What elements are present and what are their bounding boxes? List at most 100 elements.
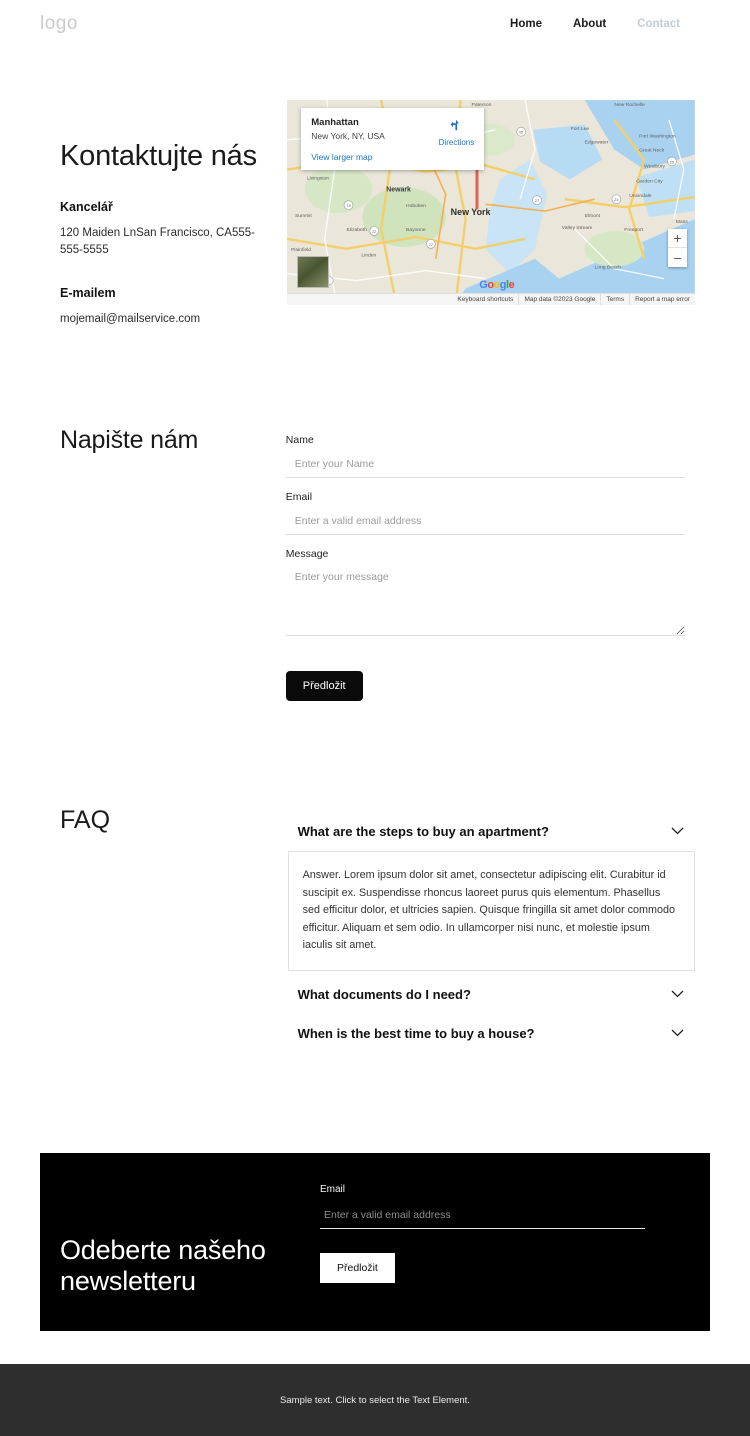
street-view-thumbnail[interactable] bbox=[297, 256, 330, 288]
contact-info: Kontaktujte nás Kancelář 120 Maiden LnSa… bbox=[60, 100, 280, 329]
svg-text:Garden City: Garden City bbox=[636, 178, 663, 184]
view-larger-map-link[interactable]: View larger map bbox=[311, 152, 474, 162]
svg-text:Summit: Summit bbox=[295, 213, 312, 219]
faq-heading: FAQ bbox=[60, 806, 111, 835]
newsletter-email-label: Email bbox=[320, 1184, 346, 1196]
svg-text:Great Neck: Great Neck bbox=[639, 148, 665, 154]
faq-question-3[interactable]: When is the best time to buy a house? bbox=[288, 1014, 695, 1053]
svg-text:Linden: Linden bbox=[362, 253, 377, 259]
svg-text:Plainfield: Plainfield bbox=[291, 247, 311, 253]
email-label: E-mailem bbox=[60, 286, 116, 301]
svg-text:27: 27 bbox=[535, 198, 539, 203]
chevron-down-glyph bbox=[671, 991, 684, 998]
map-info-card: Manhattan New York, NY, USA View larger … bbox=[301, 108, 485, 170]
site-logo[interactable]: logo bbox=[40, 13, 78, 35]
name-label: Name bbox=[285, 434, 314, 447]
write-us-section: Napište nám Name Email Message Předložit bbox=[0, 329, 750, 702]
faq-question-2[interactable]: What documents do I need? bbox=[288, 975, 695, 1014]
svg-text:Mass: Mass bbox=[676, 219, 688, 225]
site-footer: Sample text. Click to select the Text El… bbox=[0, 1364, 750, 1436]
chevron-down-icon[interactable] bbox=[671, 985, 684, 1003]
svg-text:Bayonne: Bayonne bbox=[406, 227, 426, 233]
nav-link-about[interactable]: About bbox=[573, 18, 606, 30]
faq-answer-1-text: Answer. Lorem ipsum dolor sit amet, cons… bbox=[302, 869, 676, 951]
contact-section: Kontaktujte nás Kancelář 120 Maiden LnSa… bbox=[0, 48, 750, 329]
faq-item-2: What documents do I need? bbox=[288, 975, 695, 1014]
contact-form: Name Email Message Předložit bbox=[285, 426, 685, 702]
svg-text:78: 78 bbox=[347, 203, 352, 208]
chevron-down-icon[interactable] bbox=[671, 822, 684, 840]
nav-link-home[interactable]: Home bbox=[510, 18, 542, 30]
field-message: Message bbox=[285, 548, 685, 641]
map-zoom-controls: + − bbox=[668, 229, 687, 267]
svg-text:Port Washington: Port Washington bbox=[639, 134, 676, 140]
svg-text:27: 27 bbox=[429, 242, 433, 247]
map-footer-bar: Keyboard shortcuts Map data ©2023 Google… bbox=[287, 293, 695, 305]
footer-sample-text[interactable]: Sample text. Click to select the Text El… bbox=[280, 1395, 470, 1406]
newsletter-heading-col: Odeberte našeho newsletteru bbox=[60, 1153, 318, 1331]
faq-question-2-text: What documents do I need? bbox=[297, 986, 471, 1002]
newsletter-email-input[interactable] bbox=[320, 1207, 645, 1230]
faq-item-1: What are the steps to buy an apartment? … bbox=[287, 812, 695, 972]
directions-label: Directions bbox=[438, 138, 475, 147]
chevron-down-icon[interactable] bbox=[671, 1024, 684, 1042]
report-map-error-link[interactable]: Report a map error bbox=[629, 294, 695, 305]
map-data-attribution: Map data ©2023 Google bbox=[518, 294, 600, 305]
svg-text:Elmont: Elmont bbox=[585, 213, 601, 219]
directions-button[interactable]: Directions bbox=[438, 118, 475, 147]
faq-answer-1: Answer. Lorem ipsum dolor sit amet, cons… bbox=[287, 851, 695, 972]
page-root: logo Home About Contact Kontaktujte nás … bbox=[0, 0, 750, 1436]
google-map[interactable]: Paterson New Rochelle Fort Lee Edgewater… bbox=[287, 100, 695, 305]
svg-text:Elizabeth: Elizabeth bbox=[347, 227, 368, 233]
svg-text:Hoboken: Hoboken bbox=[406, 203, 426, 209]
svg-text:Livingston: Livingston bbox=[307, 175, 330, 181]
svg-text:Newark: Newark bbox=[386, 186, 411, 193]
message-label: Message bbox=[285, 548, 329, 561]
newsletter-heading: Odeberte našeho newsletteru bbox=[60, 1234, 266, 1297]
newsletter-form: Email Předložit bbox=[320, 1153, 645, 1331]
google-logo: Google bbox=[479, 279, 515, 291]
chevron-down-glyph bbox=[671, 827, 684, 835]
faq-accordion: What are the steps to buy an apartment? … bbox=[287, 806, 695, 1053]
field-name: Name bbox=[285, 434, 685, 479]
keyboard-shortcuts-link[interactable]: Keyboard shortcuts bbox=[452, 294, 518, 305]
email-value: mojemail@mailservice.com bbox=[60, 313, 201, 326]
nav-link-contact[interactable]: Contact bbox=[637, 18, 680, 30]
zoom-out-button[interactable]: − bbox=[668, 248, 687, 267]
svg-text:Long Beach: Long Beach bbox=[595, 265, 622, 271]
svg-text:22: 22 bbox=[372, 229, 376, 234]
write-us-heading: Napište nám bbox=[60, 426, 199, 455]
svg-text:Edgewater: Edgewater bbox=[585, 140, 609, 146]
main-nav: Home About Contact bbox=[510, 18, 680, 30]
field-email: Email bbox=[285, 491, 685, 536]
svg-text:24: 24 bbox=[614, 197, 619, 202]
faq-item-3: When is the best time to buy a house? bbox=[288, 1014, 695, 1053]
faq-question-1[interactable]: What are the steps to buy an apartment? bbox=[288, 812, 695, 851]
svg-text:Westbury: Westbury bbox=[644, 163, 665, 169]
newsletter-submit-button[interactable]: Předložit bbox=[320, 1253, 395, 1284]
write-us-heading-col: Napište nám bbox=[60, 426, 282, 701]
faq-heading-col: FAQ bbox=[60, 806, 284, 1053]
site-header: logo Home About Contact bbox=[0, 0, 750, 48]
terms-link[interactable]: Terms bbox=[600, 294, 629, 305]
svg-text:Fort Lee: Fort Lee bbox=[571, 126, 590, 132]
svg-text:New York: New York bbox=[451, 207, 491, 217]
svg-text:25: 25 bbox=[670, 159, 675, 164]
email-label: Email bbox=[285, 491, 313, 504]
directions-icon bbox=[451, 119, 460, 131]
faq-section: FAQ What are the steps to buy an apartme… bbox=[0, 701, 750, 1053]
submit-contact-button[interactable]: Předložit bbox=[285, 671, 363, 702]
faq-question-3-text: When is the best time to buy a house? bbox=[297, 1025, 535, 1041]
email-input[interactable] bbox=[285, 512, 685, 536]
svg-text:Uniondale: Uniondale bbox=[630, 193, 653, 199]
chevron-down-glyph bbox=[671, 1030, 684, 1037]
office-label: Kancelář bbox=[60, 199, 113, 214]
message-textarea[interactable] bbox=[285, 568, 685, 637]
zoom-in-button[interactable]: + bbox=[668, 229, 687, 248]
page-title: Kontaktujte nás bbox=[60, 140, 257, 172]
svg-text:New Rochelle: New Rochelle bbox=[615, 102, 646, 108]
office-address: 120 Maiden LnSan Francisco, CA555-555-55… bbox=[60, 226, 255, 257]
faq-question-1-text: What are the steps to buy an apartment? bbox=[297, 823, 549, 839]
name-input[interactable] bbox=[285, 455, 685, 479]
svg-text:95: 95 bbox=[519, 130, 524, 135]
